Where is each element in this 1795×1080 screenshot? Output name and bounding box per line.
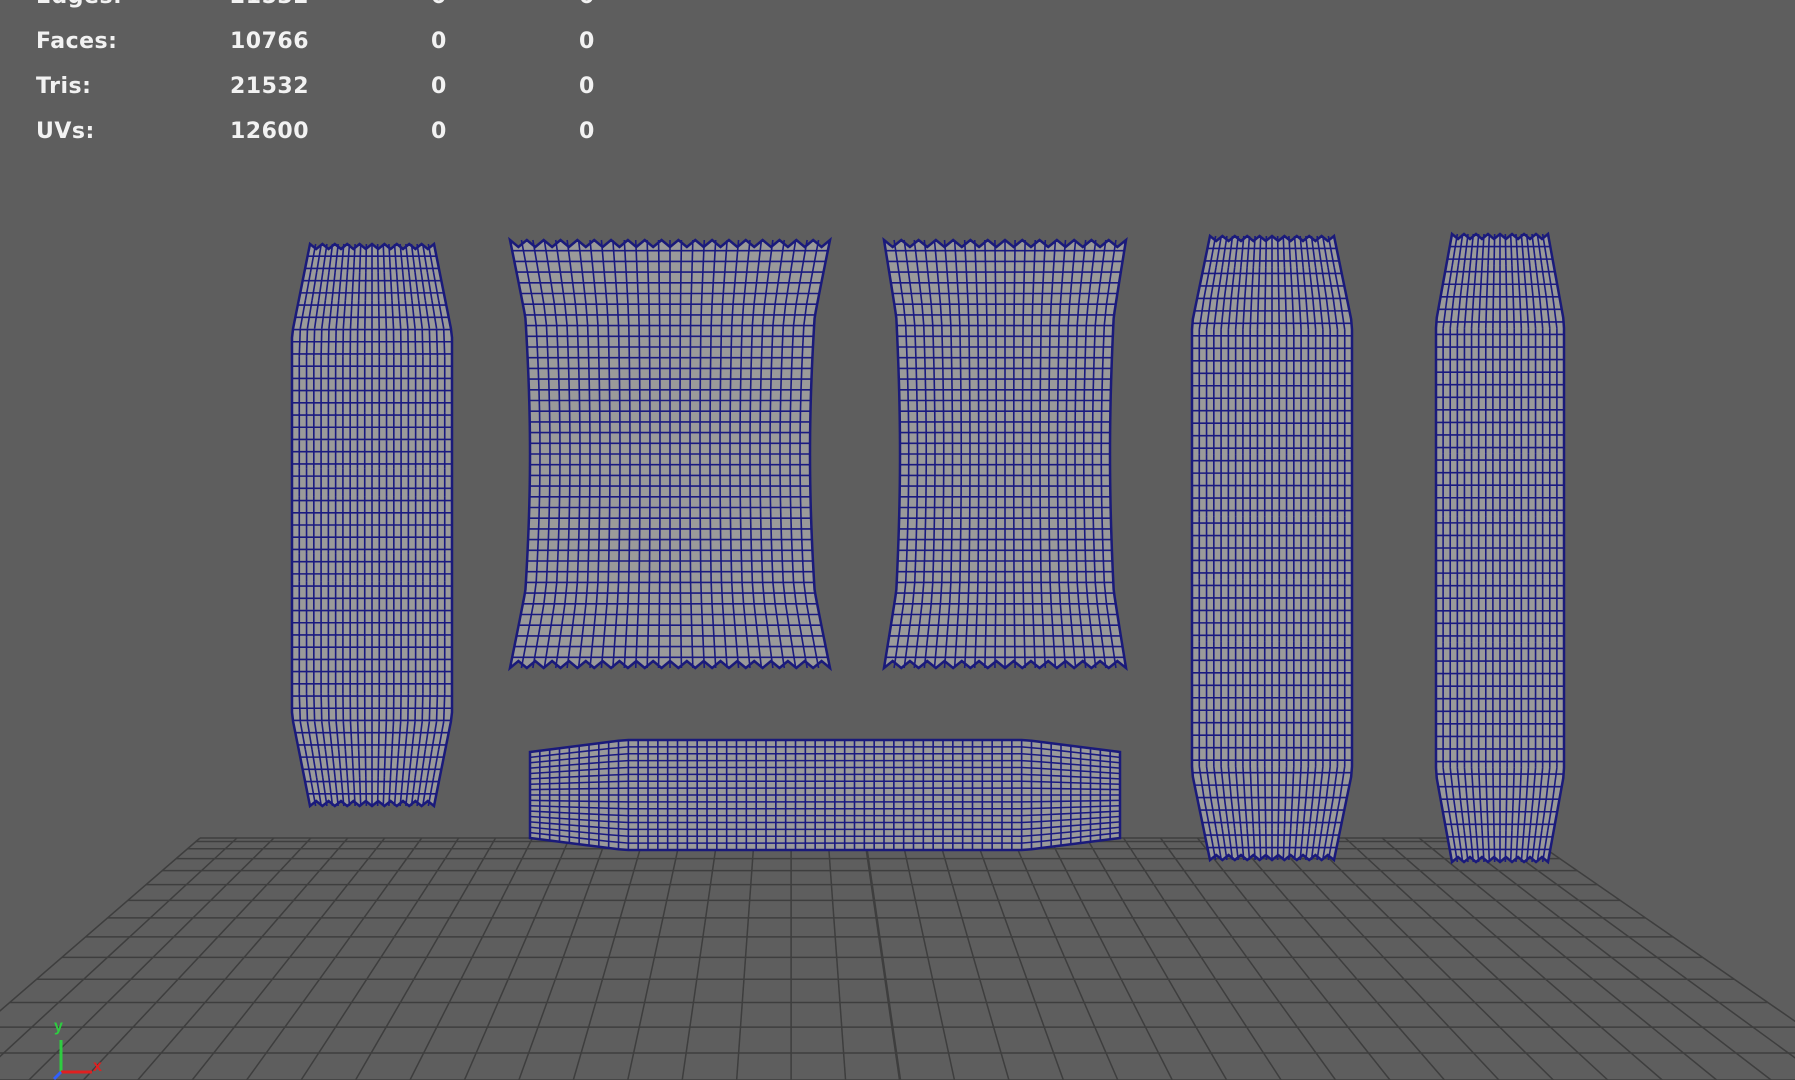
axis-y-label: y [54, 1018, 63, 1035]
axis-gizmo-icon [52, 1040, 92, 1080]
3d-viewport[interactable]: Edges: 21532 0 0 Faces: 10766 0 0 Tris: … [0, 0, 1795, 1080]
axis-x-label: x [93, 1058, 102, 1075]
